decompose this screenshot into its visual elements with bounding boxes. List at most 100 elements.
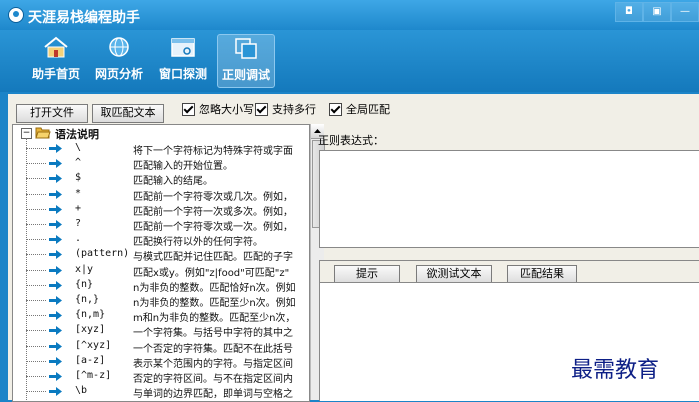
tree-item[interactable]: [xyz] 一个字符集。与括号中字符的其中之 [13, 323, 309, 340]
global-match-label: 全局匹配 [346, 103, 390, 116]
arrow-right-icon [49, 326, 62, 336]
arrow-right-icon [49, 250, 62, 260]
arrow-right-icon [49, 356, 62, 366]
tree-item[interactable]: \ 将下一个字符标记为特殊字符或字面 [13, 141, 309, 157]
global-match-checkbox[interactable]: 全局匹配 [329, 102, 390, 116]
multiline-label: 支持多行 [272, 103, 316, 116]
tree-line [26, 208, 46, 210]
tree-item[interactable]: * 匹配前一个字符零次或几次。例如， [13, 187, 309, 203]
multiline-checkbox[interactable]: 支持多行 [255, 102, 316, 116]
tree-line [26, 163, 46, 165]
arrow-right-icon [49, 204, 62, 214]
maximize-button[interactable]: ▣ [643, 2, 671, 22]
tree-line [26, 284, 46, 286]
tree-item-desc: 一个字符集。与括号中字符的其中之 [133, 328, 293, 340]
multiline-box[interactable] [255, 102, 268, 116]
fetch-text-button[interactable]: 取匹配文本 [92, 104, 164, 123]
tree-item[interactable]: [a-z] 表示某个范围内的字符。与指定区间 [13, 354, 309, 370]
tree-item-symbol: {n} [75, 278, 94, 290]
tree-item[interactable]: [^xyz] 一个否定的字符集。匹配不在此括号 [13, 339, 309, 355]
tree-item-symbol: [xyz] [75, 324, 106, 336]
tree-line [26, 330, 46, 332]
ignore-case-checkbox[interactable]: 忽略大小写 [182, 102, 254, 116]
app-logo-icon [8, 7, 24, 23]
tool-web-analysis-label: 网页分析 [94, 67, 143, 81]
tree-line [26, 376, 46, 377]
tree-line [26, 239, 46, 241]
arrow-right-icon [49, 220, 62, 229]
open-file-button[interactable]: 打开文件 [16, 104, 88, 123]
tree-item-symbol: + [75, 202, 82, 214]
tree-item-symbol: x|y [75, 263, 94, 275]
tree-vertical-line [26, 138, 27, 401]
app-title: 天涯易栈编程助手 [28, 10, 140, 26]
tree-line [26, 360, 46, 362]
tree-line [26, 300, 46, 301]
tree-item-symbol: \b [75, 385, 88, 397]
tree-item-symbol: [^xyz] [75, 339, 112, 351]
tree-item-symbol: . [75, 233, 82, 245]
tool-window-probe[interactable]: 窗口探测 [155, 34, 211, 86]
tree-item[interactable]: $ 匹配输入的结尾。 [13, 171, 309, 187]
global-match-box[interactable] [329, 102, 342, 116]
tree-item-desc: n为非负的整数。匹配恰好n次。例如 [133, 282, 296, 294]
tree-item[interactable]: {n,m} m和n为非负的整数。匹配至少n次， [13, 308, 309, 324]
tree-item-symbol: [^m-z] [75, 370, 112, 381]
tree-line [26, 178, 46, 180]
tool-home-label: 助手首页 [31, 67, 80, 81]
tree-item[interactable]: ? 匹配前一个字符零次或一次。例如， [13, 217, 309, 233]
regex-input[interactable] [319, 150, 699, 248]
arrow-right-icon [49, 311, 62, 321]
globe-icon [109, 37, 129, 57]
tree-item-symbol: {n,} [75, 294, 100, 305]
tree-line [26, 315, 46, 317]
arrow-right-icon [49, 159, 62, 169]
tree-item[interactable]: (pattern) 与模式匹配并记住匹配。匹配的子字 [13, 247, 309, 263]
ignore-case-label: 忽略大小写 [199, 103, 254, 116]
tree-line [26, 193, 46, 195]
tree-root-label: 语法说明 [55, 128, 99, 141]
tool-window-probe-label: 窗口探测 [158, 67, 207, 81]
tool-home[interactable]: 助手首页 [28, 34, 84, 86]
tree-item[interactable]: + 匹配前一个字符一次或多次。例如， [13, 202, 309, 218]
title-bar: 天涯易栈编程助手 ◘ ▣ — [0, 0, 699, 30]
tree-item-symbol: $ [75, 172, 82, 184]
tree-item[interactable]: {n} n为非负的整数。匹配恰好n次。例如 [13, 278, 309, 294]
syntax-tree[interactable]: − 语法说明 \ 将下一个字符标记为特殊字符或字面 ^ 匹配输入的开始位置。 $ 匹配输入… [12, 124, 310, 402]
tree-item-symbol: (pattern) [75, 248, 130, 260]
arrow-right-icon [49, 174, 62, 184]
skin-button[interactable]: ◘ [615, 2, 643, 22]
ignore-case-box[interactable] [182, 102, 195, 116]
tree-item-desc: n为非负的整数。匹配至少n次。例如 [133, 298, 296, 309]
tree-line [26, 391, 46, 393]
tree-item-symbol: \ [75, 142, 82, 153]
tool-web-analysis[interactable]: 网页分析 [91, 34, 147, 86]
tree-item-symbol: * [75, 187, 82, 199]
minimize-button[interactable]: — [671, 2, 699, 22]
toolbar: 助手首页 网页分析 窗口探测 正则调试 [0, 30, 699, 92]
tree-item-desc: 将下一个字符标记为特殊字符或字面 [133, 146, 293, 157]
arrow-right-icon [49, 296, 62, 305]
tree-item-desc: 与单词的边界匹配，即单词与空格之 [133, 389, 293, 401]
tree-item-desc: 匹配前一个字符零次或几次。例如， [133, 191, 293, 203]
tree-line [26, 148, 46, 149]
tree-item[interactable]: x|y 匹配x或y。例如"z|food"可匹配"z" [13, 263, 309, 279]
window-icon [171, 38, 195, 57]
tree-item-desc: 匹配输入的开始位置。 [133, 161, 233, 173]
tree-item[interactable]: \b 与单词的边界匹配，即单词与空格之 [13, 384, 309, 401]
tool-regex-debug[interactable]: 正则调试 [217, 34, 275, 88]
window-controls: ◘ ▣ — [615, 2, 699, 22]
tree-item-desc: 匹配换行符以外的任何字符。 [133, 237, 263, 249]
tree-item[interactable]: ^ 匹配输入的开始位置。 [13, 156, 309, 173]
tree-item[interactable]: [^m-z] 否定的字符区间。与不在指定区间内 [13, 369, 309, 385]
arrow-right-icon [49, 144, 62, 153]
tree-item-symbol: ? [75, 218, 82, 229]
tree-item[interactable]: {n,} n为非负的整数。匹配至少n次。例如 [13, 293, 309, 309]
tree-line [26, 345, 46, 347]
regex-label: 正则表达式： [318, 134, 384, 147]
tree-item[interactable]: . 匹配换行符以外的任何字符。 [13, 232, 309, 249]
arrow-right-icon [49, 341, 62, 351]
arrow-right-icon [49, 372, 62, 381]
tree-root[interactable]: − 语法说明 [13, 126, 309, 141]
tree-line [26, 269, 46, 271]
